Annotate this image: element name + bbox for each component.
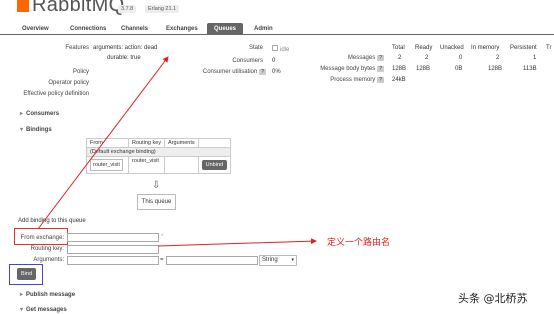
watermark: 头条 @北桥苏 xyxy=(458,292,528,305)
arrow-to-annotation xyxy=(157,238,317,247)
annotation-text: 定义一个路由名 xyxy=(327,237,391,247)
arrow-to-exchanges-tab xyxy=(37,56,169,230)
annotation-arrows xyxy=(37,56,317,247)
